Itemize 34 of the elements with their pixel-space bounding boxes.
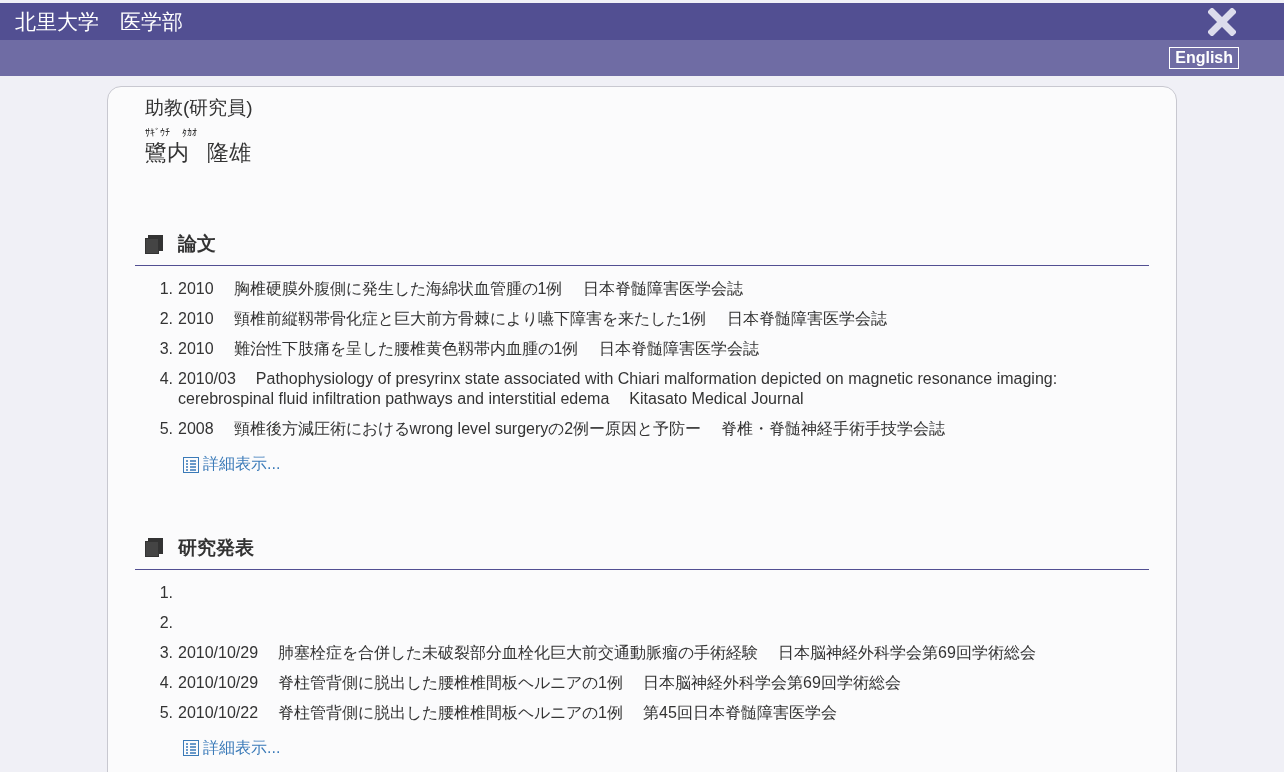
list-number: 5. xyxy=(158,419,174,439)
family-name: 鷺内 xyxy=(145,140,189,165)
publication-entry: 2010/03 Pathophysiology of presyrinx state associated with Chiari malformation depicted on magnetic resonance imaging: cerebrospinal fluid infiltration pathways and interstitial edema Kitasato Medical Journal xyxy=(178,369,1059,409)
section-title: 論文 xyxy=(178,232,216,256)
close-icon[interactable] xyxy=(1208,7,1236,36)
book-icon xyxy=(145,234,163,254)
given-name: 隆雄 xyxy=(207,140,251,165)
publication-entry: 2010/10/29 肺塞栓症を合併した未破裂部分血栓化巨大前交通動脈瘤の手術経験 日本脳神経外科学会第69回学術総会 xyxy=(178,642,1036,663)
publication-entry: 2010/10/29 脊柱管背側に脱出した腰椎椎間板ヘルニアの1例 日本脳神経外科学会第69回学術総会 xyxy=(178,672,901,693)
section-title: 研究発表 xyxy=(178,535,254,560)
book-icon xyxy=(145,538,163,557)
details-link[interactable]: 詳細表示... xyxy=(183,737,281,759)
position-title: 助教(研究員) xyxy=(144,96,254,120)
language-button[interactable]: English xyxy=(1169,47,1239,69)
list-icon xyxy=(183,740,199,756)
list-icon xyxy=(183,456,199,473)
list-number: 1. xyxy=(158,279,174,299)
publication-entry: 2010 難治性下肢痛を呈した腰椎黄色靱帯内血腫の1例 日本脊髄障害医学会誌 xyxy=(178,339,759,359)
details-link[interactable]: 詳細表示... xyxy=(183,454,281,475)
name-reading: ﾀｶｵ xyxy=(182,127,197,138)
site-title: 北里大学 医学部 xyxy=(15,8,183,35)
list-number: 3. xyxy=(158,642,174,663)
name-reading: ｻｷﾞｳﾁ xyxy=(145,127,170,138)
list-number: 2. xyxy=(158,612,174,633)
publication-entry: 2010 頸椎前縦靱帯骨化症と巨大前方骨棘により嚥下障害を来たした1例 日本脊髄障害医学会誌 xyxy=(178,309,887,329)
list-number: 5. xyxy=(158,702,174,723)
list-number: 3. xyxy=(158,339,174,359)
list-number: 2. xyxy=(158,309,174,329)
publication-entry: 2008 頸椎後方減圧術におけるwrong level surgeryの2例ー原因と予防ー 脊椎・脊髄神経手術手技学会誌 xyxy=(178,419,946,439)
list-number: 1. xyxy=(158,582,174,603)
publication-entry: 2010 胸椎硬膜外腹側に発生した海綿状血管腫の1例 日本脊髄障害医学会誌 xyxy=(178,279,743,299)
publication-entry: 2010/10/22 脊柱管背側に脱出した腰椎椎間板ヘルニアの1例 第45回日本脊髄障害医学会 xyxy=(178,702,837,723)
list-number: 4. xyxy=(158,369,174,389)
list-number: 4. xyxy=(158,672,174,693)
